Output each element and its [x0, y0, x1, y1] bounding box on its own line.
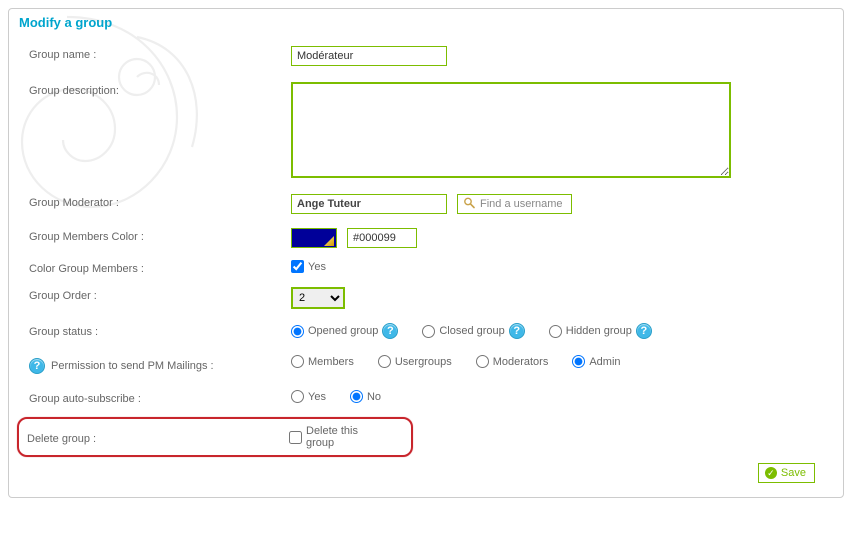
group-moderator-label: Group Moderator : — [21, 194, 291, 209]
help-icon[interactable]: ? — [382, 323, 398, 339]
delete-group-label: Delete group : — [27, 430, 289, 445]
find-username-label: Find a username — [480, 198, 563, 210]
modify-group-panel: Modify a group Group name : Group descri… — [8, 8, 844, 498]
status-opened-label: Opened group — [308, 325, 378, 337]
autosub-yes-radio[interactable] — [291, 390, 304, 403]
check-icon: ✓ — [765, 467, 777, 479]
group-order-label: Group Order : — [21, 287, 291, 302]
pm-moderators-label: Moderators — [493, 356, 549, 368]
color-hex-input[interactable] — [347, 228, 417, 248]
group-name-label: Group name : — [21, 46, 291, 61]
help-icon[interactable]: ? — [636, 323, 652, 339]
autosub-no-radio[interactable] — [350, 390, 363, 403]
delete-group-highlight: Delete group : Delete this group — [17, 417, 413, 457]
form: Group name : Group description: Group Mo… — [9, 34, 843, 483]
group-members-color-label: Group Members Color : — [21, 228, 291, 243]
pm-usergroups-label: Usergroups — [395, 356, 452, 368]
find-username-button[interactable]: Find a username — [457, 194, 572, 214]
help-icon[interactable]: ? — [29, 358, 45, 374]
pm-permission-label: Permission to send PM Mailings : — [51, 360, 214, 372]
color-group-members-label: Color Group Members : — [21, 260, 291, 275]
status-hidden-radio[interactable] — [549, 325, 562, 338]
group-description-label: Group description: — [21, 82, 291, 97]
pm-admin-label: Admin — [589, 356, 620, 368]
pm-usergroups-radio[interactable] — [378, 355, 391, 368]
autosub-no-label: No — [367, 391, 381, 403]
status-closed-radio[interactable] — [422, 325, 435, 338]
status-hidden-label: Hidden group — [566, 325, 632, 337]
search-icon — [463, 197, 475, 212]
pm-members-label: Members — [308, 356, 354, 368]
delete-group-text: Delete this group — [306, 425, 389, 449]
group-name-input[interactable] — [291, 46, 447, 66]
autosub-yes-label: Yes — [308, 391, 326, 403]
group-order-select[interactable]: 2 — [291, 287, 345, 309]
delete-group-checkbox[interactable] — [289, 431, 302, 444]
auto-subscribe-label: Group auto-subscribe : — [21, 390, 291, 405]
color-members-checkbox[interactable] — [291, 260, 304, 273]
save-button[interactable]: ✓ Save — [758, 463, 815, 483]
status-closed-label: Closed group — [439, 325, 504, 337]
panel-title: Modify a group — [9, 9, 843, 34]
pm-members-radio[interactable] — [291, 355, 304, 368]
pm-moderators-radio[interactable] — [476, 355, 489, 368]
pm-admin-radio[interactable] — [572, 355, 585, 368]
group-status-label: Group status : — [21, 323, 291, 338]
color-swatch[interactable] — [291, 228, 337, 248]
group-description-textarea[interactable] — [291, 82, 731, 178]
group-moderator-input[interactable] — [291, 194, 447, 214]
save-label: Save — [781, 467, 806, 479]
status-opened-radio[interactable] — [291, 325, 304, 338]
color-members-yes-label: Yes — [308, 261, 326, 273]
help-icon[interactable]: ? — [509, 323, 525, 339]
